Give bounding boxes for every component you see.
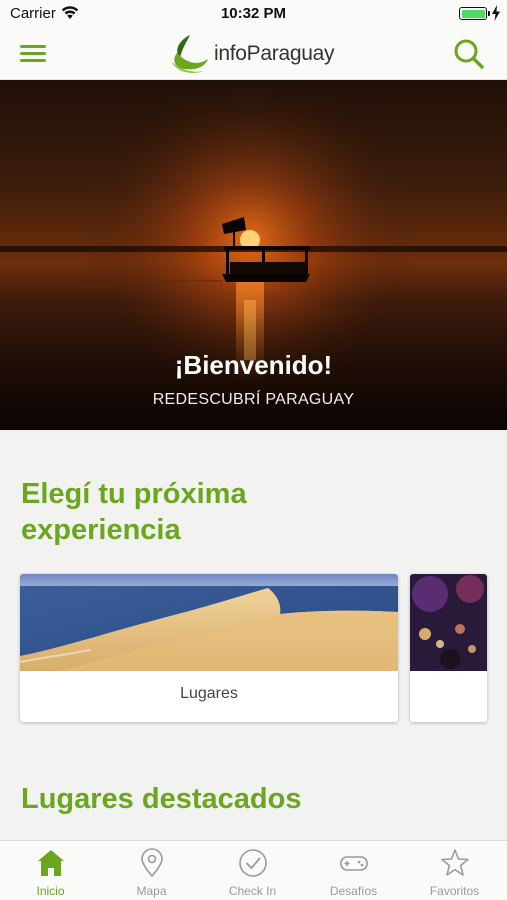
featured-section-title: Lugares destacados [21,783,302,815]
tab-inicio[interactable]: Inicio [0,841,101,900]
sand-dunes-photo [20,574,398,671]
night-lights-photo [410,574,487,671]
check-circle-icon [239,849,267,877]
tab-check-in[interactable]: Check In [202,841,303,900]
app-name: infoParaguay [214,42,335,65]
tab-label: Favoritos [429,884,480,898]
menu-button[interactable] [18,40,48,66]
tab-favoritos[interactable]: Favoritos [404,841,505,900]
tab-label: Desafíos [329,884,378,898]
hero-subtitle: REDESCUBRÍ PARAGUAY [152,391,355,408]
status-time: 10:32 PM [220,5,287,22]
navigation-bar: infoParaguay [0,28,507,80]
home-icon [38,850,64,876]
app-logo: infoParaguay [168,28,334,80]
tab-bar: Inicio Mapa Check In Desafíos Favoritos [0,840,507,900]
charging-bolt-icon [492,5,500,21]
tab-desafios[interactable]: Desafíos [303,841,404,900]
map-pin-icon [141,848,163,878]
category-card-lugares[interactable]: Lugares [20,574,398,722]
hamburger-menu-icon [20,45,46,48]
hero-title: ¡Bienvenido! [174,350,333,380]
battery-icon [459,7,490,20]
search-button[interactable] [453,38,485,70]
star-icon [441,849,469,876]
card-label: Lugares [180,685,238,702]
hero-banner: ¡Bienvenido! REDESCUBRÍ PARAGUAY [0,80,507,430]
leaf-logo-icon [172,35,208,73]
tab-label: Mapa [136,884,167,898]
tab-mapa[interactable]: Mapa [101,841,202,900]
home-screen: Carrier 10:32 PM infoParaguay ¡Bienvenid… [0,0,507,900]
gamepad-icon [340,856,368,871]
category-card-events[interactable] [410,574,487,722]
status-bar: Carrier 10:32 PM [0,0,507,28]
tab-label: Check In [228,884,277,898]
experience-section-title: Elegí tu próxima experiencia [21,478,247,546]
tab-label: Inicio [36,884,65,898]
